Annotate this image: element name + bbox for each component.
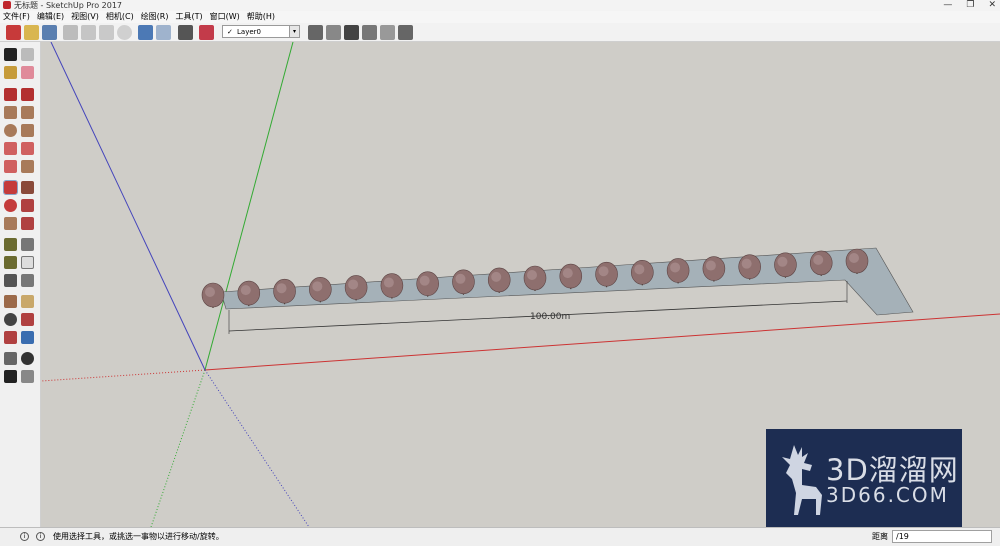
status-message: 使用选择工具，或挑选一事物以进行移动/旋转。	[53, 532, 224, 541]
save-icon[interactable]	[42, 25, 57, 40]
three-point-arc-icon[interactable]	[4, 160, 17, 173]
pan-hand-icon[interactable]	[21, 295, 34, 308]
undo-icon[interactable]	[138, 25, 153, 40]
model-info-icon[interactable]	[199, 25, 214, 40]
menu-edit[interactable]: 编辑(E)	[37, 11, 64, 23]
measurements-label: 距离	[872, 532, 888, 541]
position-camera-icon[interactable]	[4, 352, 17, 365]
select-arrow-icon[interactable]	[4, 48, 17, 61]
line-pencil-icon[interactable]	[4, 88, 17, 101]
walk-footsteps-icon[interactable]	[4, 370, 17, 383]
push-pull-icon[interactable]	[21, 181, 34, 194]
credits-info-icon[interactable]: i	[36, 532, 45, 541]
geo-location-icon[interactable]: i	[20, 532, 29, 541]
menu-camera[interactable]: 相机(C)	[106, 11, 134, 23]
green-axis-negative	[150, 369, 206, 528]
menu-window[interactable]: 窗口(W)	[210, 11, 240, 23]
cut-icon[interactable]	[63, 25, 78, 40]
previous-view-icon[interactable]	[21, 331, 34, 344]
dimension-icon[interactable]	[21, 238, 34, 251]
3d-text-icon[interactable]	[21, 274, 34, 287]
front-view-icon[interactable]	[344, 25, 359, 40]
deer-logo-icon	[782, 445, 822, 515]
close-button[interactable]: ✕	[988, 0, 996, 11]
top-view-icon[interactable]	[326, 25, 341, 40]
erase-icon[interactable]	[117, 25, 132, 40]
circle-icon[interactable]	[4, 124, 17, 137]
rotated-rectangle-icon[interactable]	[21, 106, 34, 119]
open-folder-icon[interactable]	[24, 25, 39, 40]
measurements-input[interactable]: /19	[892, 530, 992, 543]
zoom-extents-icon[interactable]	[4, 331, 17, 344]
new-file-icon[interactable]	[6, 25, 21, 40]
right-view-icon[interactable]	[362, 25, 377, 40]
window-title: 无标题 - SketchUp Pro 2017	[14, 1, 122, 10]
axes-icon[interactable]	[4, 274, 17, 287]
blue-axis-negative	[204, 369, 310, 528]
green-axis	[204, 41, 294, 371]
follow-me-icon[interactable]	[21, 199, 34, 212]
scale-icon[interactable]	[4, 217, 17, 230]
iso-view-icon[interactable]	[308, 25, 323, 40]
section-plane-icon[interactable]	[21, 370, 34, 383]
rotate-icon[interactable]	[4, 199, 17, 212]
copy-icon[interactable]	[81, 25, 96, 40]
protractor-icon[interactable]	[4, 256, 17, 269]
menu-file[interactable]: 文件(F)	[3, 11, 30, 23]
orbit-icon[interactable]	[4, 295, 17, 308]
standard-toolbar	[0, 23, 1000, 42]
paste-icon[interactable]	[99, 25, 114, 40]
paint-bucket-icon[interactable]	[4, 66, 17, 79]
status-bar: i i 使用选择工具，或挑选一事物以进行移动/旋转。 距离 /19	[0, 527, 1000, 546]
dimension-label: 100.00m	[530, 312, 570, 322]
layer-visible-checkmark: ✓	[227, 28, 233, 36]
back-view-icon[interactable]	[380, 25, 395, 40]
pie-icon[interactable]	[21, 160, 34, 173]
make-component-icon[interactable]	[21, 48, 34, 61]
sketchup-app-icon	[3, 1, 11, 9]
blue-axis	[50, 41, 206, 371]
print-icon[interactable]	[178, 25, 193, 40]
zoom-icon[interactable]	[4, 313, 17, 326]
move-icon[interactable]	[3, 180, 18, 195]
layer-dropdown[interactable]: ✓ Layer0 ▾	[222, 25, 300, 38]
freehand-icon[interactable]	[21, 88, 34, 101]
minimize-button[interactable]: —	[943, 0, 952, 11]
polygon-icon[interactable]	[21, 124, 34, 137]
red-axis-negative	[40, 369, 206, 382]
title-bar: 无标题 - SketchUp Pro 2017 — ❐ ✕	[0, 0, 1000, 11]
arc-icon[interactable]	[4, 142, 17, 155]
text-icon[interactable]	[21, 256, 34, 269]
tree[interactable]	[201, 282, 225, 308]
offset-icon[interactable]	[21, 217, 34, 230]
layer-name: Layer0	[237, 28, 261, 36]
red-axis	[204, 313, 1000, 371]
maximize-button[interactable]: ❐	[966, 0, 974, 11]
eraser-icon[interactable]	[21, 66, 34, 79]
two-point-arc-icon[interactable]	[21, 142, 34, 155]
menu-draw[interactable]: 绘图(R)	[141, 11, 169, 23]
rectangle-icon[interactable]	[4, 106, 17, 119]
menu-bar: 文件(F) 编辑(E) 视图(V) 相机(C) 绘图(R) 工具(T) 窗口(W…	[0, 11, 1000, 23]
menu-help[interactable]: 帮助(H)	[247, 11, 275, 23]
zoom-window-icon[interactable]	[21, 313, 34, 326]
left-view-icon[interactable]	[398, 25, 413, 40]
tape-measure-icon[interactable]	[4, 238, 17, 251]
redo-icon[interactable]	[156, 25, 171, 40]
look-around-eye-icon[interactable]	[21, 352, 34, 365]
large-tool-set	[0, 42, 41, 527]
menu-tools[interactable]: 工具(T)	[176, 11, 203, 23]
chevron-down-icon[interactable]: ▾	[289, 26, 299, 37]
menu-view[interactable]: 视图(V)	[71, 11, 99, 23]
watermark-domain: 3D66.COM	[826, 483, 949, 507]
